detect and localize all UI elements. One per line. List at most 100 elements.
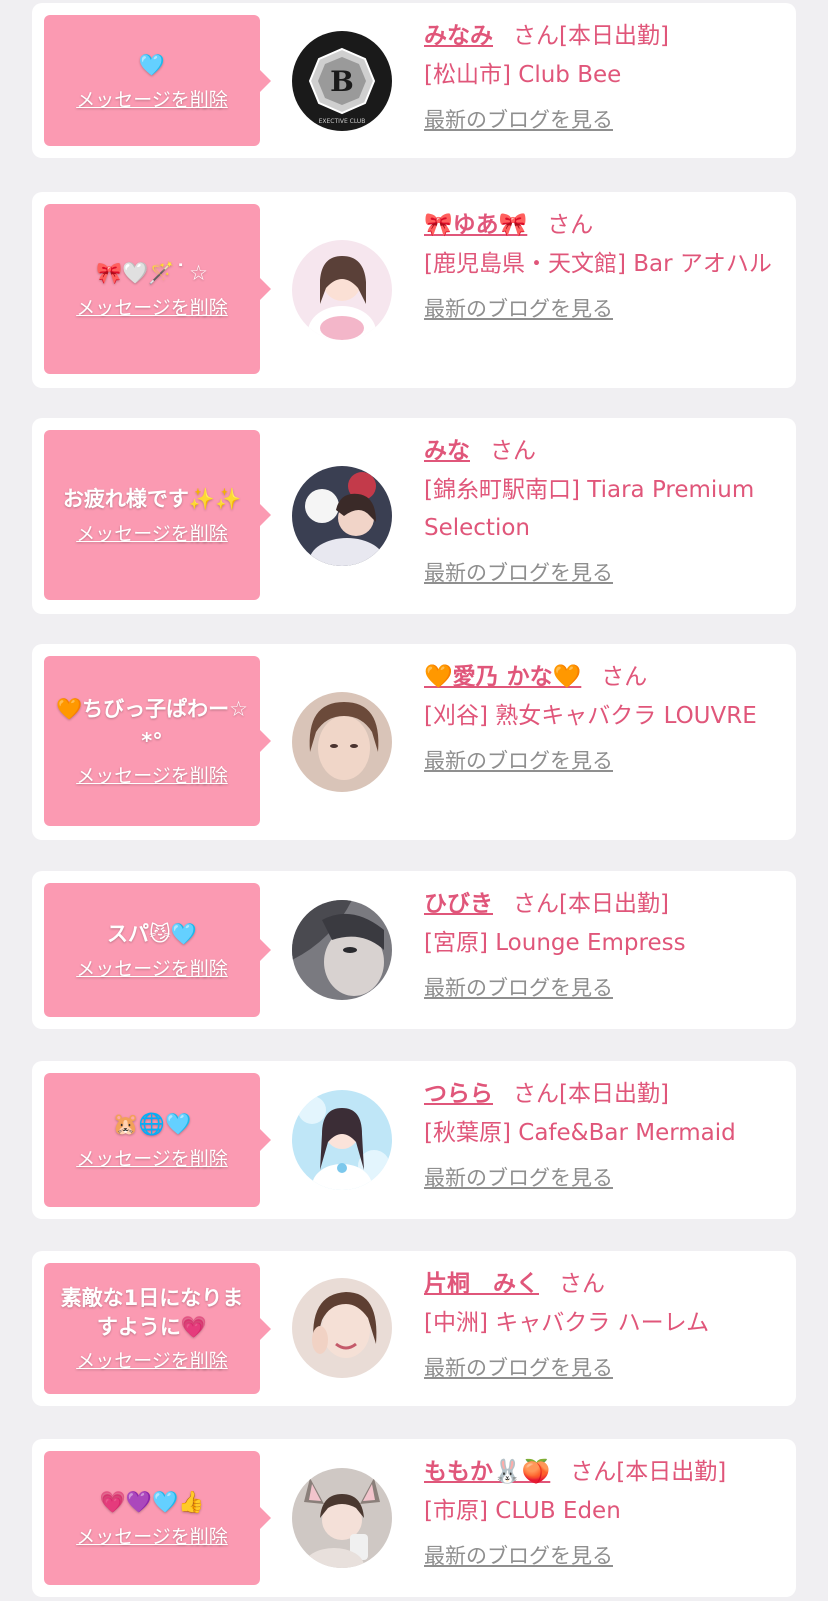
message-card: 🎀🤍🪄 ͘ ☆ メッセージを削除 🎀ゆあ🎀 さん [鹿児島県・天文館] Bar ア… — [32, 192, 796, 388]
cast-name-link[interactable]: みなみ — [424, 23, 493, 49]
name-line: みなみ さん[本日出勤] — [424, 17, 782, 55]
message-text: 💗💜🩵👍 — [99, 1490, 205, 1514]
shop-name: [秋葉原] Cafe&Bar Mermaid — [424, 1120, 736, 1146]
honorific: さん — [513, 891, 559, 917]
latest-blog-link[interactable]: 最新のブログを見る — [424, 295, 613, 323]
cast-info: ひびき さん[本日出勤] [宮原] Lounge Empress 最新のブログを見… — [424, 885, 782, 1002]
honorific: さん — [513, 23, 559, 49]
delete-message-button[interactable]: メッセージを削除 — [76, 1524, 228, 1550]
latest-blog-link[interactable]: 最新のブログを見る — [424, 1542, 613, 1570]
status-badge: [本日出勤] — [559, 1081, 669, 1107]
message-text: 🩵 — [138, 52, 166, 77]
name-line: みな さん — [424, 432, 782, 470]
message-card: 素敵な1日になりますように💗 メッセージを削除 片桐 みく さん [中洲] キャバ… — [32, 1251, 796, 1406]
avatar[interactable] — [292, 1090, 392, 1190]
cast-info: つらら さん[本日出勤] [秋葉原] Cafe&Bar Mermaid 最新のブロ… — [424, 1075, 782, 1192]
message-text: 🐹🌐🩵 — [112, 1112, 192, 1136]
delete-message-button[interactable]: メッセージを削除 — [76, 87, 228, 113]
message-bubble: スパ😼🩵 メッセージを削除 — [44, 883, 271, 1017]
cast-name-link[interactable]: つらら — [424, 1081, 493, 1107]
latest-blog-link[interactable]: 最新のブログを見る — [424, 747, 613, 775]
delete-message-button[interactable]: メッセージを削除 — [76, 956, 228, 982]
latest-blog-link[interactable]: 最新のブログを見る — [424, 559, 613, 587]
message-card: 🐹🌐🩵 メッセージを削除 つらら さん[本日出勤] [秋葉原] Cafe&Bar … — [32, 1061, 796, 1219]
cast-name-link[interactable]: 🎀ゆあ🎀 — [424, 212, 527, 238]
message-bubble: 素敵な1日になりますように💗 メッセージを削除 — [44, 1263, 271, 1394]
cast-info: 🎀ゆあ🎀 さん [鹿児島県・天文館] Bar アオハル 最新のブログを見る — [424, 206, 782, 323]
message-card: 🩵 メッセージを削除 B EXECTIVE CLUB みなみ さん[本日出勤] [… — [32, 3, 796, 158]
shop-name: [刈谷] 熟女キャバクラ LOUVRE — [424, 703, 757, 729]
message-text: 🎀🤍🪄 ͘ ☆ — [96, 261, 208, 285]
cast-info: みな さん [錦糸町駅南口] Tiara Premium Selection 最新… — [424, 432, 782, 587]
avatar[interactable] — [292, 240, 392, 340]
honorific: さん — [513, 1081, 559, 1107]
delete-message-button[interactable]: メッセージを削除 — [76, 1348, 228, 1374]
cast-name-link[interactable]: 片桐 みく — [424, 1271, 539, 1297]
club-bee-logo-icon: B EXECTIVE CLUB — [292, 31, 392, 131]
name-line: 片桐 みく さん — [424, 1265, 782, 1303]
name-line: 🧡愛乃 かな🧡 さん — [424, 658, 782, 696]
shop-name: [中洲] キャバクラ ハーレム — [424, 1310, 710, 1336]
cast-name-link[interactable]: みな — [424, 438, 470, 464]
avatar[interactable]: B EXECTIVE CLUB — [292, 31, 392, 131]
status-badge: [本日出勤] — [559, 891, 669, 917]
status-badge: [本日出勤] — [616, 1459, 727, 1485]
latest-blog-link[interactable]: 最新のブログを見る — [424, 1164, 613, 1192]
cast-photo-icon — [292, 900, 392, 1000]
message-card: 💗💜🩵👍 メッセージを削除 ももか🐰🍑 さん[本日出勤] [市原] CLUB Ed… — [32, 1439, 796, 1597]
latest-blog-link[interactable]: 最新のブログを見る — [424, 106, 613, 134]
message-card: 🧡ちびっ子ぱわー☆*° メッセージを削除 🧡愛乃 かな🧡 さん [刈谷] 熟女キャ… — [32, 644, 796, 840]
logo-letter: B — [330, 65, 354, 98]
honorific: さん — [570, 1459, 617, 1485]
cast-name-link[interactable]: ひびき — [424, 891, 493, 917]
latest-blog-link[interactable]: 最新のブログを見る — [424, 1354, 613, 1382]
message-bubble: 🩵 メッセージを削除 — [44, 15, 271, 146]
message-bubble: 🐹🌐🩵 メッセージを削除 — [44, 1073, 271, 1207]
cast-info: 🧡愛乃 かな🧡 さん [刈谷] 熟女キャバクラ LOUVRE 最新のブログを見る — [424, 658, 782, 775]
avatar[interactable] — [292, 1278, 392, 1378]
cast-photo-icon — [292, 1468, 392, 1568]
cast-info: 片桐 みく さん [中洲] キャバクラ ハーレム 最新のブログを見る — [424, 1265, 782, 1382]
name-line: ひびき さん[本日出勤] — [424, 885, 782, 923]
cast-photo-icon — [292, 466, 392, 566]
message-text: 🧡ちびっ子ぱわー☆*° — [56, 697, 248, 753]
cast-info: みなみ さん[本日出勤] [松山市] Club Bee 最新のブログを見る — [424, 17, 782, 134]
cast-name-link[interactable]: ももか🐰🍑 — [424, 1459, 550, 1485]
shop-name: [鹿児島県・天文館] Bar アオハル — [424, 251, 772, 277]
cast-photo-icon — [292, 1278, 392, 1378]
message-bubble: 💗💜🩵👍 メッセージを削除 — [44, 1451, 271, 1585]
shop-name: [錦糸町駅南口] Tiara Premium Selection — [424, 477, 755, 541]
message-bubble: 🧡ちびっ子ぱわー☆*° メッセージを削除 — [44, 656, 271, 826]
name-line: 🎀ゆあ🎀 さん — [424, 206, 782, 244]
cast-info: ももか🐰🍑 さん[本日出勤] [市原] CLUB Eden 最新のブログを見る — [424, 1453, 782, 1570]
avatar[interactable] — [292, 1468, 392, 1568]
shop-name: [宮原] Lounge Empress — [424, 930, 686, 956]
honorific: さん — [601, 664, 648, 690]
honorific: さん — [490, 438, 536, 464]
message-text: お疲れ様です✨✨ — [62, 487, 242, 511]
latest-blog-link[interactable]: 最新のブログを見る — [424, 974, 613, 1002]
honorific: さん — [559, 1271, 605, 1297]
avatar[interactable] — [292, 466, 392, 566]
avatar[interactable] — [292, 900, 392, 1000]
status-badge: [本日出勤] — [559, 23, 669, 49]
delete-message-button[interactable]: メッセージを削除 — [76, 295, 228, 321]
cast-photo-icon — [292, 240, 392, 340]
message-card: スパ😼🩵 メッセージを削除 ひびき さん[本日出勤] [宮原] Lounge Em… — [32, 871, 796, 1029]
logo-caption: EXECTIVE CLUB — [319, 118, 366, 125]
delete-message-button[interactable]: メッセージを削除 — [76, 1146, 228, 1172]
message-card: お疲れ様です✨✨ メッセージを削除 みな さん [錦糸町駅南口] Tiara Pr… — [32, 418, 796, 614]
message-text: スパ😼🩵 — [106, 922, 198, 946]
honorific: さん — [547, 212, 594, 238]
delete-message-button[interactable]: メッセージを削除 — [76, 763, 228, 789]
name-line: つらら さん[本日出勤] — [424, 1075, 782, 1113]
delete-message-button[interactable]: メッセージを削除 — [76, 521, 228, 547]
shop-name: [松山市] Club Bee — [424, 62, 622, 88]
name-line: ももか🐰🍑 さん[本日出勤] — [424, 1453, 782, 1491]
message-text: 素敵な1日になりますように💗 — [60, 1285, 244, 1339]
cast-photo-icon — [292, 692, 392, 792]
message-bubble: 🎀🤍🪄 ͘ ☆ メッセージを削除 — [44, 204, 271, 374]
avatar[interactable] — [292, 692, 392, 792]
message-bubble: お疲れ様です✨✨ メッセージを削除 — [44, 430, 271, 600]
cast-name-link[interactable]: 🧡愛乃 かな🧡 — [424, 664, 581, 690]
